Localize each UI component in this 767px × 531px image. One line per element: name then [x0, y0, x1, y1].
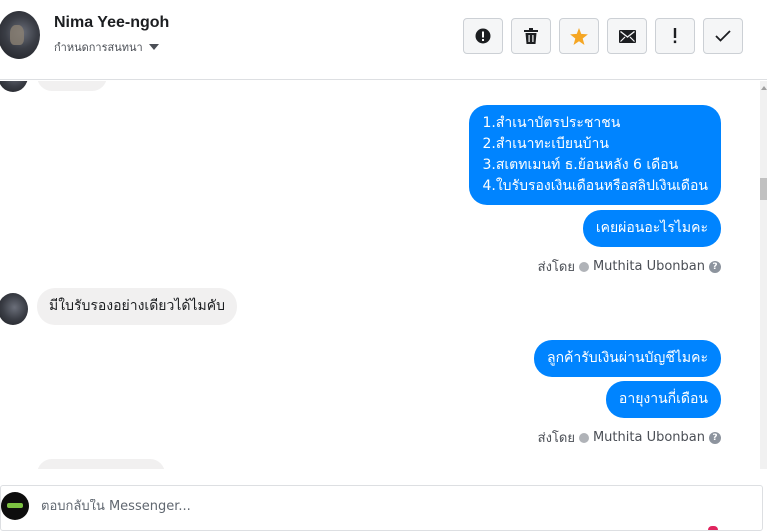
conversation-header: Nima Yee-ngoh กำหนดการสนทนา — [0, 0, 767, 80]
page-avatar — [1, 492, 29, 520]
message-thread[interactable]: 1.สำเนาบัตรประชาชน 2.สำเนาทะเบียนบ้าน 3.… — [0, 81, 760, 469]
message-bubble-outgoing: ลูกค้ารับเงินผ่านบัญชีไมคะ — [534, 340, 721, 377]
delete-button[interactable] — [511, 18, 551, 54]
message-bubble-incoming: มีใบรับรองอย่างเดียวได้ไมคับ — [37, 288, 238, 325]
mark-unread-button[interactable] — [607, 18, 647, 54]
chevron-down-icon — [148, 44, 159, 50]
message-line: 2.สำเนาทะเบียนบ้าน — [482, 136, 609, 152]
message-line: 3.สเตทเมนท์ ธ.ย้อนหลัง 6 เดือน — [482, 157, 679, 173]
contact-avatar-small — [0, 293, 28, 325]
checkmark-icon — [715, 30, 731, 42]
message-bubble-incoming-partial — [37, 459, 165, 469]
sent-by-label: ส่งโดย — [537, 431, 575, 446]
mark-important-button[interactable] — [655, 18, 695, 54]
contact-name[interactable]: Nima Yee-ngoh — [54, 14, 169, 32]
assign-conversation-label: กำหนดการสนทนา — [54, 41, 143, 54]
contact-avatar-small — [0, 81, 28, 92]
star-icon — [570, 27, 588, 45]
notification-indicator — [708, 526, 718, 530]
message-bubble-outgoing: อายุงานกี่เดือน — [605, 381, 721, 418]
verified-icon — [578, 432, 589, 443]
envelope-icon — [618, 29, 636, 43]
alert-circle-icon — [475, 28, 491, 44]
sent-by-indicator: ส่งโดย Muthita Ubonban ? — [538, 256, 721, 277]
scrollbar-thumb[interactable] — [760, 178, 767, 200]
reply-input[interactable] — [41, 499, 641, 514]
thread-scrollbar[interactable] — [760, 81, 767, 469]
reply-composer[interactable] — [0, 485, 763, 531]
agent-name: Muthita Ubonban — [592, 259, 705, 274]
message-line: 1.สำเนาบัตรประชาชน — [482, 115, 621, 131]
messenger-conversation: Nima Yee-ngoh กำหนดการสนทนา 1.สำเนาบัตรป… — [0, 0, 767, 531]
report-button[interactable] — [463, 18, 503, 54]
help-icon[interactable]: ? — [709, 431, 721, 444]
verified-icon — [578, 261, 589, 272]
help-icon[interactable]: ? — [709, 260, 721, 273]
sent-by-indicator: ส่งโดย Muthita Ubonban ? — [538, 427, 721, 448]
star-button[interactable] — [559, 18, 599, 54]
mark-done-button[interactable] — [703, 18, 743, 54]
contact-avatar[interactable] — [0, 11, 40, 59]
sent-by-label: ส่งโดย — [537, 260, 575, 275]
message-bubble-outgoing: 1.สำเนาบัตรประชาชน 2.สำเนาทะเบียนบ้าน 3.… — [469, 105, 721, 205]
message-bubble-incoming-partial — [37, 81, 107, 91]
assign-conversation-dropdown[interactable]: กำหนดการสนทนา — [54, 38, 159, 56]
trash-icon — [524, 28, 538, 44]
message-bubble-outgoing: เคยผ่อนอะไรไมคะ — [582, 210, 721, 247]
conversation-actions — [463, 18, 743, 54]
message-line: 4.ใบรับรองเงินเดือนหรือสลิปเงินเดือน — [482, 178, 708, 194]
exclamation-icon — [673, 28, 677, 44]
agent-name: Muthita Ubonban — [592, 430, 705, 445]
scroll-up-arrow-icon[interactable] — [761, 86, 767, 90]
